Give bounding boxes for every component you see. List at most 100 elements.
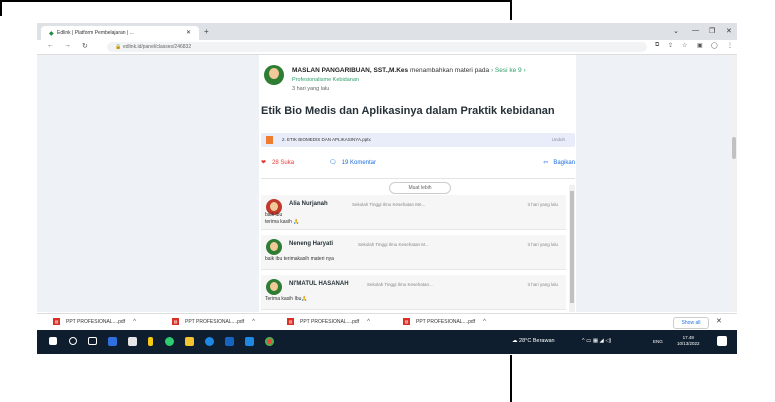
share-button[interactable]: ⇦ Bagikan bbox=[543, 159, 575, 166]
app-icon-4[interactable] bbox=[165, 337, 174, 346]
app-icon-5[interactable] bbox=[205, 337, 214, 346]
notification-icon[interactable] bbox=[717, 336, 727, 346]
bookmark-star-icon[interactable]: ☆ bbox=[682, 42, 687, 49]
chevron-up-icon[interactable]: ^ bbox=[133, 319, 136, 325]
post-stats: ❤ 28 Suka 🗨 19 Komentar ⇦ Bagikan bbox=[261, 159, 575, 171]
tab-search-icon[interactable]: ⌄ bbox=[673, 27, 679, 35]
download-item[interactable]: ▤ PPT PROFESIONAL....pdf ^ bbox=[172, 318, 255, 328]
reload-icon[interactable]: ↻ bbox=[82, 42, 88, 50]
tab-title: Edlink | Platform Pembelajaran | ... bbox=[57, 30, 134, 36]
windows-start-icon[interactable] bbox=[49, 337, 57, 345]
commenter-avatar[interactable] bbox=[266, 279, 282, 295]
chevron-up-icon[interactable]: ^ bbox=[367, 319, 370, 325]
chevron-up-icon[interactable]: ^ bbox=[252, 319, 255, 325]
sidebar-icon[interactable]: ▣ bbox=[697, 42, 703, 49]
app-icon-2[interactable] bbox=[128, 337, 137, 346]
close-window-icon[interactable]: ✕ bbox=[726, 27, 732, 35]
file-explorer-icon[interactable] bbox=[185, 337, 194, 346]
page-scrollbar-thumb[interactable] bbox=[732, 137, 736, 159]
attachment-name: 2. ETIK BIOMEDIS DAN APLIKASINYA.pptx bbox=[282, 137, 371, 142]
post-action: menambahkan materi pada bbox=[409, 67, 490, 74]
comment-text: Terima kasih Ibu🙏 bbox=[265, 296, 308, 302]
chevron-up-icon[interactable]: ^ bbox=[483, 319, 486, 325]
load-more-button[interactable]: Muat lebih bbox=[389, 182, 451, 194]
cloud-icon: ☁ bbox=[512, 338, 518, 344]
translate-icon[interactable]: ⧉ bbox=[655, 42, 659, 49]
weather-widget[interactable]: ☁ 28°C Berawan bbox=[512, 338, 555, 344]
edlink-favicon-icon: ◆ bbox=[49, 31, 54, 37]
commenter-school: Sekolah Tinggi Ilmu Kesehatan Me... bbox=[352, 202, 426, 207]
show-all-button[interactable]: Show all bbox=[673, 317, 709, 329]
comments-label: Komentar bbox=[349, 160, 376, 166]
task-view-icon[interactable] bbox=[88, 337, 97, 345]
back-icon[interactable]: ← bbox=[47, 42, 54, 49]
commenter-school: Sekolah Tinggi Ilmu Kesehatan... bbox=[367, 282, 433, 287]
like-button[interactable]: ❤ 28 Suka bbox=[261, 159, 294, 166]
app-icon-6[interactable] bbox=[225, 337, 234, 346]
minimize-icon[interactable]: — bbox=[692, 27, 699, 34]
post-title: Etik Bio Medis dan Aplikasinya dalam Pra… bbox=[261, 105, 555, 117]
likes-count: 28 bbox=[272, 160, 279, 166]
subject-link[interactable]: Profesionalisme Kebidanan bbox=[292, 77, 359, 83]
app-icon-1[interactable] bbox=[108, 337, 117, 346]
windows-taskbar: ☁ 28°C Berawan ^ ▭ ▦ ◢ ◁) ENG 17.48 10/1… bbox=[37, 330, 737, 354]
frame-line-right-bottom bbox=[510, 355, 512, 402]
restore-icon[interactable]: ❐ bbox=[709, 27, 715, 35]
pdf-icon: ▤ bbox=[403, 318, 410, 325]
comments-scrollbar-thumb[interactable] bbox=[570, 191, 574, 303]
comment-item: NI'MATUL HASANAH Sekolah Tinggi Ilmu Kes… bbox=[261, 275, 566, 310]
address-bar-row: ← → ↻ 🔒 edlink.id/panel/classes/246832 ⧉… bbox=[37, 40, 737, 55]
session-link[interactable]: › Sesi ke 9 › bbox=[491, 67, 526, 74]
language-indicator[interactable]: ENG bbox=[653, 339, 663, 344]
close-downloads-icon[interactable]: ✕ bbox=[716, 317, 722, 325]
download-item[interactable]: ▤ PPT PROFESIONAL....pdf ^ bbox=[287, 318, 370, 328]
likes-label: Suka bbox=[280, 160, 295, 166]
system-tray[interactable]: ^ ▭ ▦ ◢ ◁) bbox=[582, 338, 611, 344]
commenter-avatar[interactable] bbox=[266, 239, 282, 255]
search-icon[interactable] bbox=[69, 337, 77, 345]
menu-kebab-icon[interactable]: ⋮ bbox=[727, 42, 733, 49]
comment-item: Neneng Haryati Sekolah Tinggi Ilmu Keseh… bbox=[261, 235, 566, 270]
comments-scrollbar[interactable] bbox=[569, 185, 575, 312]
download-item[interactable]: ▤ PPT PROFESIONAL....pdf ^ bbox=[403, 318, 486, 328]
commenter-name[interactable]: NI'MATUL HASANAH bbox=[289, 281, 349, 287]
pdf-icon: ▤ bbox=[172, 318, 179, 325]
author-avatar[interactable] bbox=[264, 65, 284, 85]
commenter-school: Sekolah Tinggi Ilmu Kesehatan M... bbox=[358, 242, 429, 247]
close-tab-icon[interactable]: ✕ bbox=[186, 29, 191, 36]
clock[interactable]: 17.48 10/13/2022 bbox=[677, 335, 700, 347]
share-label: Bagikan bbox=[553, 160, 575, 166]
post-header: MASLAN PANGARIBUAN, SST.,M.Kes menambahk… bbox=[292, 67, 526, 74]
lock-icon: 🔒 bbox=[115, 44, 122, 50]
frame-line-right-top bbox=[510, 0, 512, 20]
page-scrollbar[interactable] bbox=[731, 55, 737, 312]
chrome-icon[interactable] bbox=[265, 337, 274, 346]
new-tab-icon[interactable]: + bbox=[204, 27, 209, 36]
profile-icon[interactable]: ◯ bbox=[711, 42, 718, 49]
forward-icon[interactable]: → bbox=[64, 42, 71, 49]
url-field[interactable]: 🔒 edlink.id/panel/classes/246832 bbox=[107, 42, 647, 52]
comment-bubble-icon: 🗨 bbox=[329, 160, 337, 166]
commenter-name[interactable]: Alia Nurjanah bbox=[289, 201, 328, 207]
pdf-icon: ▤ bbox=[53, 318, 60, 325]
clock-date: 10/13/2022 bbox=[677, 341, 700, 346]
browser-tab[interactable]: ◆ Edlink | Platform Pembelajaran | ... ✕ bbox=[41, 26, 199, 40]
post-card: MASLAN PANGARIBUAN, SST.,M.Kes menambahk… bbox=[259, 55, 576, 312]
download-link[interactable]: Unduh bbox=[552, 137, 565, 142]
url-text: edlink.id/panel/classes/246832 bbox=[123, 44, 192, 50]
author-name[interactable]: MASLAN PANGARIBUAN, SST.,M.Kes bbox=[292, 67, 408, 74]
comment-time: 3 hari yang lalu bbox=[527, 202, 558, 207]
divider bbox=[261, 178, 575, 179]
comment-time: 3 hari yang lalu bbox=[527, 282, 558, 287]
commenter-name[interactable]: Neneng Haryati bbox=[289, 241, 333, 247]
comment-time: 3 hari yang lalu bbox=[527, 242, 558, 247]
comment-button[interactable]: 🗨 19 Komentar bbox=[329, 159, 376, 166]
page-content: MASLAN PANGARIBUAN, SST.,M.Kes menambahk… bbox=[37, 55, 731, 312]
attachment-row[interactable]: 2. ETIK BIOMEDIS DAN APLIKASINYA.pptx Un… bbox=[261, 133, 575, 147]
comments-count: 19 bbox=[341, 160, 349, 166]
share-page-icon[interactable]: ⇪ bbox=[668, 42, 673, 49]
app-icon-7[interactable] bbox=[245, 337, 254, 346]
browser-tab-bar: ◆ Edlink | Platform Pembelajaran | ... ✕… bbox=[37, 23, 737, 40]
download-item[interactable]: ▤ PPT PROFESIONAL....pdf ^ bbox=[53, 318, 136, 328]
app-icon-3[interactable] bbox=[148, 337, 153, 346]
